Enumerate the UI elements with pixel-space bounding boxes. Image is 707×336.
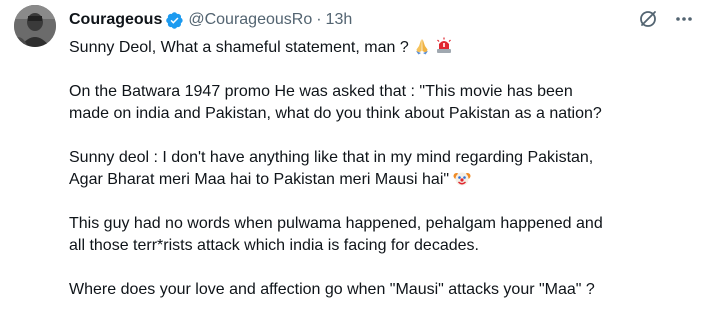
- clown-face-icon: [453, 169, 471, 187]
- handle[interactable]: @CourageousRo: [188, 11, 312, 29]
- grok-icon[interactable]: [637, 8, 659, 30]
- tweet-line-text: made on india and Pakistan, what do you …: [69, 105, 602, 122]
- separator-dot: ·: [316, 11, 322, 28]
- tweet-line-text: Where does your love and affection go wh…: [69, 281, 595, 298]
- tweet-line: This guy had no words when pulwama happe…: [69, 213, 699, 235]
- tweet-line-text: On the Batwara 1947 promo He was asked t…: [69, 83, 573, 100]
- tweet-line: all those terr*rists attack which india …: [69, 235, 699, 257]
- tweet-line-text: all those terr*rists attack which india …: [69, 237, 479, 254]
- police-light-icon: [435, 37, 453, 55]
- tweet-line-text: Sunny deol : I don't have anything like …: [69, 149, 594, 166]
- tweet-text: Sunny Deol, What a shameful statement, m…: [69, 37, 699, 301]
- tweet-line: Sunny deol : I don't have anything like …: [69, 147, 699, 169]
- avatar-photo: [14, 5, 56, 47]
- tweet: Courageous @CourageousRo · 13h Sunny Deo…: [0, 0, 707, 336]
- tweet-actions: [637, 8, 695, 30]
- verified-badge-icon: [165, 11, 184, 30]
- tweet-line: On the Batwara 1947 promo He was asked t…: [69, 81, 699, 103]
- tweet-line-text: Agar Bharat meri Maa hai to Pakistan mer…: [69, 171, 450, 188]
- more-icon[interactable]: [673, 8, 695, 30]
- tweet-line: Agar Bharat meri Maa hai to Pakistan mer…: [69, 169, 699, 191]
- avatar[interactable]: [14, 5, 56, 47]
- tweet-line: Sunny Deol, What a shameful statement, m…: [69, 37, 699, 59]
- tweet-line: Where does your love and affection go wh…: [69, 279, 699, 301]
- tweet-line-text: Sunny Deol, What a shameful statement, m…: [69, 39, 409, 56]
- tweet-header: Courageous @CourageousRo · 13h: [69, 9, 352, 31]
- tweet-line-text: This guy had no words when pulwama happe…: [69, 215, 603, 232]
- timestamp[interactable]: 13h: [326, 11, 353, 29]
- tweet-line: made on india and Pakistan, what do you …: [69, 103, 699, 125]
- folded-hands-icon: [413, 37, 431, 55]
- display-name[interactable]: Courageous: [69, 11, 162, 29]
